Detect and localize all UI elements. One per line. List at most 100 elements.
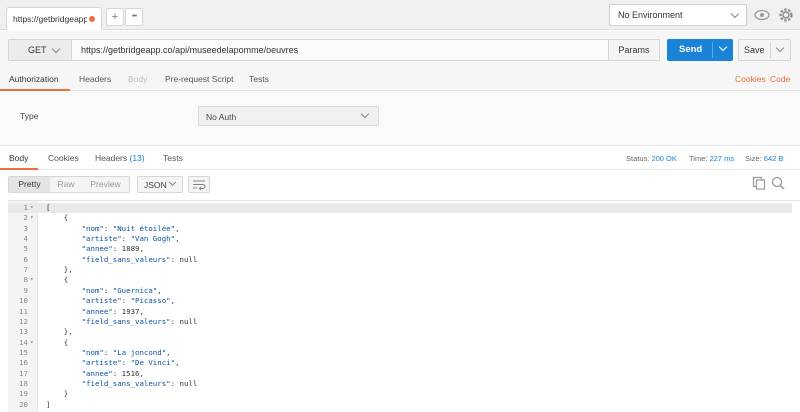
time-meta: Time: 227 ms bbox=[689, 154, 734, 163]
format-select[interactable]: JSON bbox=[137, 176, 183, 193]
line-number: 18 bbox=[19, 378, 28, 388]
auth-type-value: No Auth bbox=[206, 112, 237, 122]
line-number: 1 bbox=[23, 203, 28, 212]
tab-prerequest-script[interactable]: Pre-request Script bbox=[165, 74, 234, 84]
url-bar: GET Params Send Save bbox=[0, 31, 800, 69]
url-input[interactable] bbox=[72, 39, 609, 61]
tab-tests[interactable]: Tests bbox=[249, 74, 269, 84]
response-toolbar: Pretty Raw Preview JSON bbox=[0, 170, 800, 198]
size-label: Size: bbox=[745, 154, 762, 163]
fold-toggle-icon[interactable]: ▾ bbox=[30, 213, 34, 223]
code-line: 12 "field_sans_valeurs": null bbox=[8, 317, 792, 327]
unsaved-dot-icon bbox=[89, 16, 95, 22]
code-text: ] bbox=[46, 399, 51, 409]
tab-response-cookies[interactable]: Cookies bbox=[48, 153, 79, 163]
code-text: { bbox=[46, 213, 69, 223]
code-line: 2 ▾ { bbox=[8, 213, 792, 223]
search-icon[interactable] bbox=[770, 175, 786, 191]
auth-type-select[interactable]: No Auth bbox=[198, 106, 379, 126]
view-mode-toggle: Pretty Raw Preview bbox=[8, 176, 130, 193]
code-line: 18 "field_sans_valeurs": null bbox=[8, 379, 792, 389]
code-link[interactable]: Code bbox=[770, 74, 790, 84]
code-line: 17 "annee": 1516, bbox=[8, 369, 792, 379]
fold-toggle-icon[interactable]: ▾ bbox=[30, 338, 34, 348]
line-number: 5 bbox=[23, 244, 28, 254]
code-text: { bbox=[46, 337, 69, 347]
wrap-lines-button[interactable] bbox=[188, 176, 210, 193]
save-label: Save bbox=[744, 45, 765, 55]
chevron-down-icon bbox=[360, 109, 370, 119]
tab-response-tests[interactable]: Tests bbox=[163, 153, 183, 163]
tab-authorization[interactable]: Authorization bbox=[9, 74, 59, 84]
environment-select[interactable]: No Environment bbox=[609, 4, 747, 26]
environment-label: No Environment bbox=[618, 10, 683, 20]
cookies-link[interactable]: Cookies bbox=[735, 74, 766, 84]
line-number: 12 bbox=[19, 316, 28, 326]
code-text: }, bbox=[46, 327, 73, 337]
time-value: 227 ms bbox=[709, 154, 735, 163]
raw-button[interactable]: Raw bbox=[50, 177, 82, 192]
chevron-down-icon[interactable] bbox=[775, 43, 785, 53]
code-text: "field_sans_valeurs": null bbox=[81, 316, 198, 326]
line-number: 10 bbox=[19, 296, 28, 306]
line-number: 9 bbox=[23, 285, 28, 295]
save-divider bbox=[770, 42, 771, 58]
gear-icon[interactable] bbox=[776, 4, 796, 26]
new-tab-button[interactable]: + bbox=[106, 8, 124, 26]
line-number: 11 bbox=[19, 306, 28, 316]
tab-more-button[interactable]: ••• bbox=[125, 8, 143, 26]
code-text: "artiste": "Van Gogh", bbox=[81, 234, 180, 244]
code-text: "annee": 1937, bbox=[81, 306, 144, 316]
status-label: Status: bbox=[626, 154, 650, 163]
line-number: 16 bbox=[19, 358, 28, 368]
method-label: GET bbox=[28, 45, 47, 55]
code-line: 11 "annee": 1937, bbox=[8, 307, 792, 317]
headers-count: (13) bbox=[129, 153, 145, 163]
code-line: 5 "annee": 1889, bbox=[8, 244, 792, 254]
code-line: 6 "field_sans_valeurs": null bbox=[8, 255, 792, 265]
status-value: 200 OK bbox=[651, 154, 677, 163]
code-text: "artiste": "Picasso", bbox=[81, 296, 176, 306]
method-select[interactable]: GET bbox=[8, 39, 72, 61]
request-tab[interactable]: https://getbridgeapp.c bbox=[6, 7, 102, 30]
code-text: "nom": "La joncond", bbox=[81, 347, 171, 357]
line-number: 2 bbox=[23, 213, 28, 223]
code-text: "annee": 1516, bbox=[81, 368, 144, 378]
send-button[interactable]: Send bbox=[667, 39, 733, 61]
auth-panel: Type No Auth bbox=[0, 91, 800, 146]
code-text: "artiste": "De Vinci", bbox=[81, 358, 180, 368]
size-meta: Size: 642 B bbox=[745, 154, 783, 163]
tab-body[interactable]: Body bbox=[128, 74, 147, 84]
code-line: 7 }, bbox=[8, 265, 792, 275]
code-text: "nom": "Nuit étoilée", bbox=[81, 223, 180, 233]
params-button[interactable]: Params bbox=[608, 39, 660, 61]
request-tabs: Authorization Headers Body Pre-request S… bbox=[0, 69, 800, 91]
headers-tab-label: Headers bbox=[95, 153, 128, 163]
tab-bar: https://getbridgeapp.c + ••• No Environm… bbox=[0, 0, 800, 30]
code-text: { bbox=[46, 275, 69, 285]
eye-icon[interactable] bbox=[752, 4, 772, 26]
tab-response-headers[interactable]: Headers (13) bbox=[95, 153, 145, 163]
code-line: 8 ▾ { bbox=[8, 275, 792, 285]
preview-button[interactable]: Preview bbox=[82, 177, 129, 192]
fold-toggle-icon[interactable]: ▾ bbox=[30, 275, 34, 285]
line-number: 15 bbox=[19, 347, 28, 357]
format-label: JSON bbox=[144, 180, 167, 190]
line-number: 7 bbox=[23, 265, 28, 275]
save-button[interactable]: Save bbox=[738, 39, 791, 61]
fold-toggle-icon[interactable]: ▾ bbox=[30, 203, 34, 213]
send-label: Send bbox=[679, 44, 703, 55]
line-number: 6 bbox=[23, 254, 28, 264]
wrap-icon bbox=[193, 180, 206, 191]
chevron-down-icon[interactable] bbox=[718, 42, 728, 52]
code-line: 20] bbox=[8, 400, 792, 410]
code-line: 19 } bbox=[8, 389, 792, 399]
code-line: 4 "artiste": "Van Gogh", bbox=[8, 234, 792, 244]
pretty-button[interactable]: Pretty bbox=[9, 177, 50, 192]
response-body-editor[interactable]: 1 ▾[2 ▾ {3 "nom": "Nuit étoilée", 4 "artist… bbox=[8, 200, 800, 412]
tab-response-body[interactable]: Body bbox=[9, 153, 28, 163]
code-text: } bbox=[46, 389, 69, 399]
tab-headers[interactable]: Headers bbox=[79, 74, 111, 84]
copy-icon[interactable] bbox=[751, 175, 767, 191]
size-value: 642 B bbox=[763, 154, 784, 163]
